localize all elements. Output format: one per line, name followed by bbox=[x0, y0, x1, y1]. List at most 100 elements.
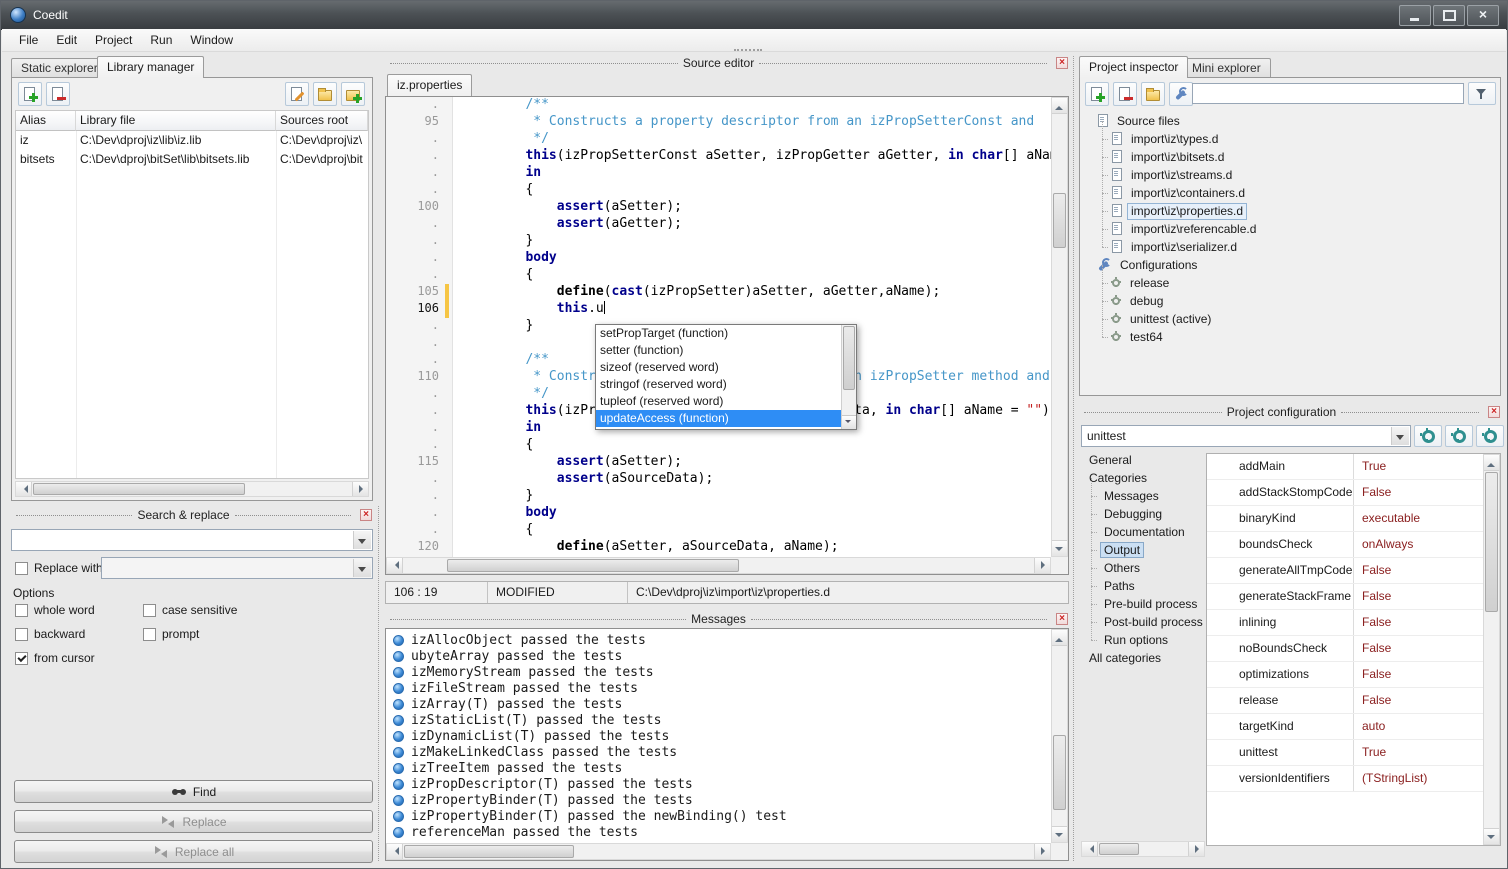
code-line[interactable]: this.u bbox=[455, 301, 1051, 318]
scroll-left-button[interactable] bbox=[387, 558, 403, 573]
property-row[interactable]: versionIdentifiers(TStringList) bbox=[1207, 766, 1483, 792]
scroll-thumb[interactable] bbox=[1053, 735, 1066, 810]
code-line[interactable]: assert(aGetter); bbox=[455, 216, 1051, 233]
vertical-splitter-left[interactable] bbox=[378, 506, 379, 861]
gear-button[interactable] bbox=[1476, 425, 1504, 447]
code-line[interactable]: body bbox=[455, 250, 1051, 267]
chevron-down-icon[interactable] bbox=[353, 531, 371, 549]
message-item[interactable]: izMemoryStream passed the tests bbox=[386, 664, 1051, 680]
completion-item[interactable]: sizeof (reserved word) bbox=[596, 359, 842, 376]
code-line[interactable]: } bbox=[455, 488, 1051, 505]
category-post-build-process[interactable]: Post-build process bbox=[1081, 613, 1205, 631]
chevron-down-icon[interactable] bbox=[1391, 427, 1409, 445]
code-line[interactable]: { bbox=[455, 182, 1051, 199]
message-item[interactable]: izTreeItem passed the tests bbox=[386, 760, 1051, 776]
property-row[interactable]: boundsCheckonAlways bbox=[1207, 532, 1483, 558]
scroll-right-button[interactable] bbox=[1034, 558, 1050, 573]
replace-term-combo[interactable] bbox=[101, 557, 373, 579]
table-row[interactable]: izC:\Dev\dproj\iz\lib\iz.libC:\Dev\dproj… bbox=[16, 131, 368, 150]
column-header-library-file[interactable]: Library file bbox=[76, 111, 276, 131]
scroll-left-button[interactable] bbox=[1082, 842, 1098, 856]
message-item[interactable]: izStaticList(T) passed the tests bbox=[386, 712, 1051, 728]
category-pre-build-process[interactable]: Pre-build process bbox=[1081, 595, 1205, 613]
code-line[interactable]: { bbox=[455, 267, 1051, 284]
menu-window[interactable]: Window bbox=[181, 29, 242, 51]
library-hscrollbar[interactable] bbox=[15, 481, 369, 497]
code-line[interactable]: { bbox=[455, 522, 1051, 539]
category-documentation[interactable]: Documentation bbox=[1081, 523, 1205, 541]
scroll-thumb[interactable] bbox=[1099, 843, 1139, 855]
menu-file[interactable]: File bbox=[10, 29, 47, 51]
code-line[interactable]: assert(aSourceData); bbox=[455, 471, 1051, 488]
code-line[interactable]: } bbox=[455, 233, 1051, 250]
add-folder-button[interactable] bbox=[341, 82, 365, 106]
chevron-down-icon[interactable] bbox=[353, 559, 371, 577]
scroll-up-button[interactable] bbox=[1484, 455, 1499, 471]
close-configuration-panel-button[interactable] bbox=[1488, 406, 1500, 418]
property-row[interactable]: generateStackFrameFalse bbox=[1207, 584, 1483, 610]
category-categories[interactable]: Categories bbox=[1081, 469, 1205, 487]
message-item[interactable]: ubyteArray passed the tests bbox=[386, 648, 1051, 664]
code-line[interactable]: body bbox=[455, 505, 1051, 522]
completion-item[interactable]: setPropTarget (function) bbox=[596, 325, 842, 342]
vertical-splitter-right[interactable] bbox=[1073, 56, 1074, 861]
tree-node-unittest-active[interactable]: unittest (active) bbox=[1084, 310, 1496, 328]
gear-button[interactable] bbox=[1414, 425, 1442, 447]
categories-hscrollbar[interactable] bbox=[1081, 841, 1205, 857]
property-row[interactable]: optimizationsFalse bbox=[1207, 662, 1483, 688]
tree-node-source-files[interactable]: Source files bbox=[1084, 112, 1496, 130]
category-general[interactable]: General bbox=[1081, 451, 1205, 469]
tab-static-explorer[interactable]: Static explorer bbox=[11, 58, 108, 78]
maximize-button[interactable] bbox=[1433, 5, 1465, 26]
grid-vscrollbar[interactable] bbox=[1483, 454, 1500, 845]
scroll-down-button[interactable] bbox=[1052, 826, 1067, 842]
completion-item[interactable]: tupleof (reserved word) bbox=[596, 393, 842, 410]
remove-doc-button[interactable] bbox=[1113, 82, 1137, 106]
menu-edit[interactable]: Edit bbox=[47, 29, 86, 51]
property-row[interactable]: unittestTrue bbox=[1207, 740, 1483, 766]
property-row[interactable]: targetKindauto bbox=[1207, 714, 1483, 740]
edit-doc-button[interactable] bbox=[285, 82, 309, 106]
option-case-sensitive[interactable]: case sensitive bbox=[143, 603, 237, 617]
category-run-options[interactable]: Run options bbox=[1081, 631, 1205, 649]
messages-vscrollbar[interactable] bbox=[1051, 629, 1068, 843]
replace-all-button[interactable]: Replace all bbox=[14, 840, 373, 863]
add-doc-button[interactable] bbox=[18, 82, 42, 106]
close-search-panel-button[interactable] bbox=[360, 509, 372, 521]
tree-node-file[interactable]: import\iz\containers.d bbox=[1084, 184, 1496, 202]
message-item[interactable]: izAllocObject passed the tests bbox=[386, 632, 1051, 648]
scroll-down-button[interactable] bbox=[842, 415, 856, 429]
tree-node-file[interactable]: import\iz\types.d bbox=[1084, 130, 1496, 148]
message-item[interactable]: izArray(T) passed the tests bbox=[386, 696, 1051, 712]
tree-node-file[interactable]: import\iz\streams.d bbox=[1084, 166, 1496, 184]
tree-node-debug[interactable]: debug bbox=[1084, 292, 1496, 310]
filter-input[interactable] bbox=[1192, 83, 1464, 104]
message-item[interactable]: izPropertyBinder(T) passed the newBindin… bbox=[386, 808, 1051, 824]
property-row[interactable]: addMainTrue bbox=[1207, 454, 1483, 480]
scroll-up-button[interactable] bbox=[1052, 98, 1067, 114]
tree-node-release[interactable]: release bbox=[1084, 274, 1496, 292]
column-header-alias[interactable]: Alias bbox=[16, 111, 76, 131]
tab-project-inspector[interactable]: Project inspector bbox=[1079, 56, 1188, 78]
tree-node-file[interactable]: import\iz\properties.d bbox=[1084, 202, 1496, 220]
dock-grip[interactable] bbox=[734, 49, 762, 51]
option-from-cursor[interactable]: from cursor bbox=[15, 651, 95, 665]
completion-item[interactable]: stringof (reserved word) bbox=[596, 376, 842, 393]
scroll-up-button[interactable] bbox=[1052, 630, 1067, 646]
property-row[interactable]: inliningFalse bbox=[1207, 610, 1483, 636]
scroll-thumb[interactable] bbox=[404, 845, 574, 858]
category-all-categories[interactable]: All categories bbox=[1081, 649, 1205, 667]
close-messages-panel-button[interactable] bbox=[1056, 613, 1068, 625]
open-folder-button[interactable] bbox=[1141, 82, 1165, 106]
scroll-thumb[interactable] bbox=[1485, 472, 1498, 612]
code-line[interactable]: /** bbox=[455, 97, 1051, 114]
find-button[interactable]: Find bbox=[14, 780, 373, 803]
titlebar[interactable]: Coedit bbox=[1, 1, 1507, 30]
table-row[interactable]: bitsetsC:\Dev\dproj\bitSet\lib\bitsets.l… bbox=[16, 150, 368, 169]
code-line[interactable]: { bbox=[455, 437, 1051, 454]
scroll-right-button[interactable] bbox=[352, 482, 368, 496]
wrench-button[interactable] bbox=[1169, 82, 1193, 106]
property-row[interactable]: addStackStompCodeFalse bbox=[1207, 480, 1483, 506]
editor-vscrollbar[interactable] bbox=[1051, 97, 1068, 557]
close-editor-panel-button[interactable] bbox=[1056, 57, 1068, 69]
